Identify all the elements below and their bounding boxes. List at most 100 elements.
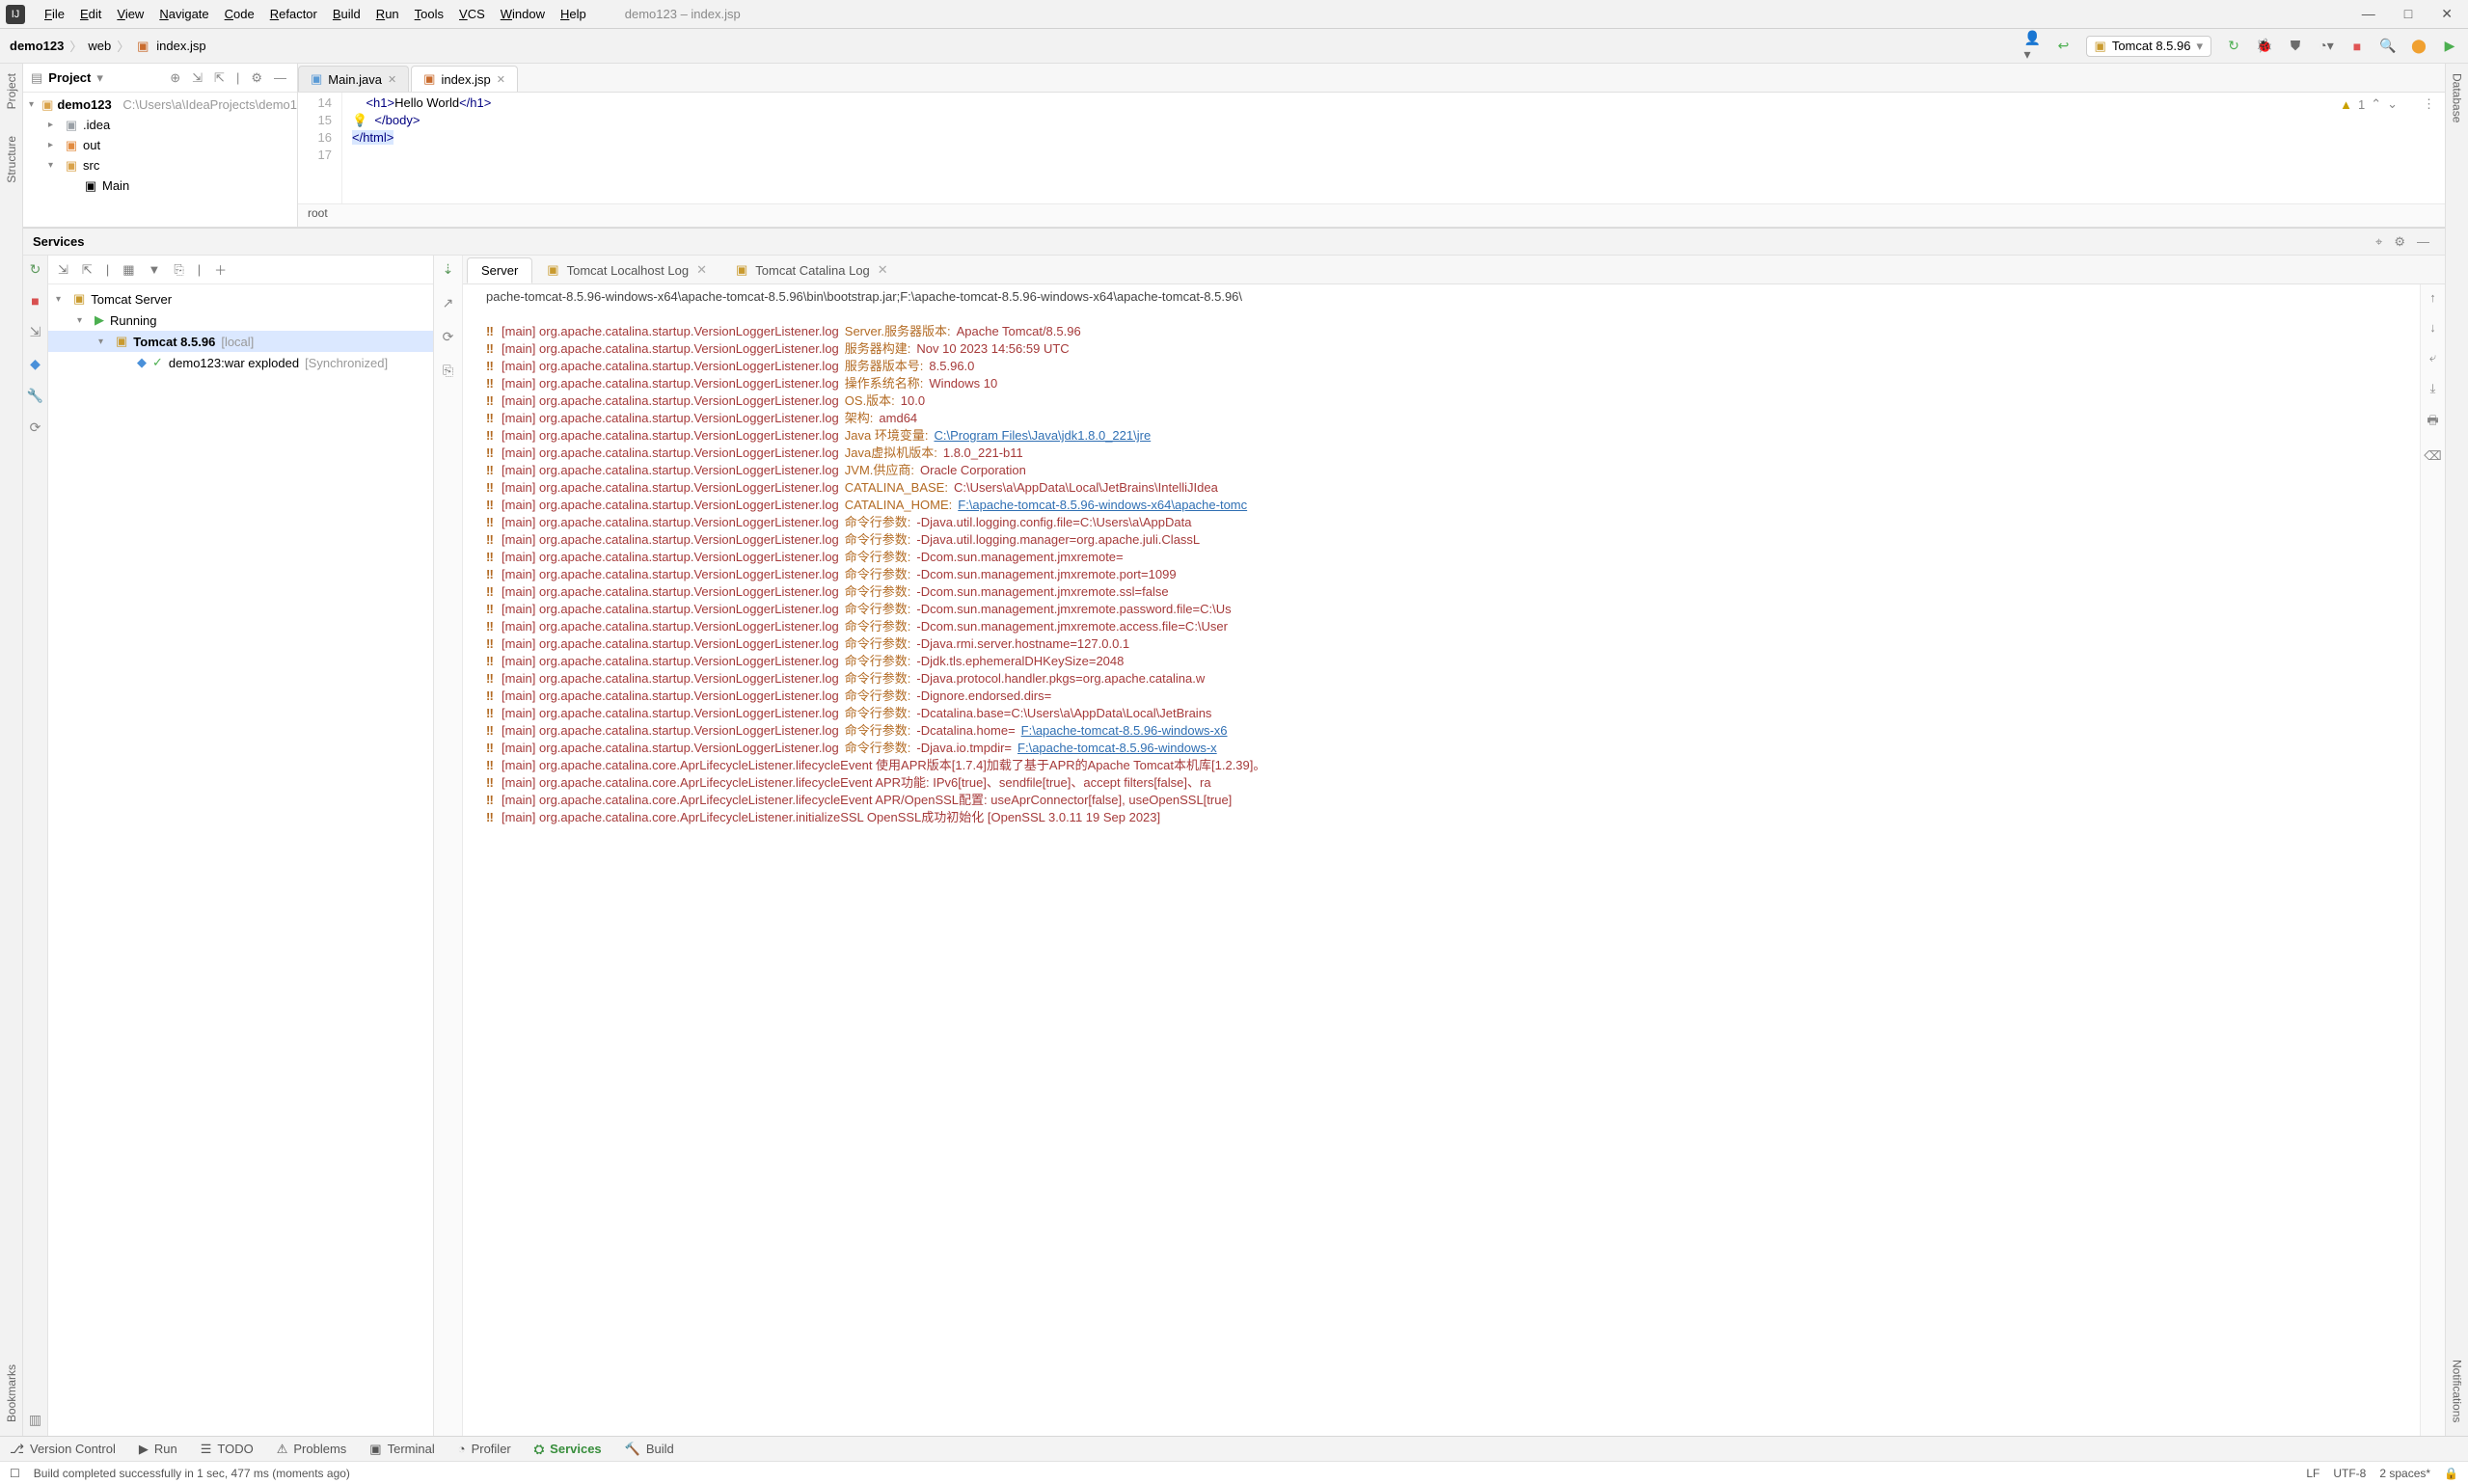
search-icon[interactable]: 🔍 xyxy=(2379,38,2397,55)
project-tool-button[interactable]: Project xyxy=(5,69,18,113)
up-icon[interactable]: ↑ xyxy=(2429,290,2436,305)
tree-item[interactable]: ▸▣out xyxy=(23,135,297,155)
services-tree-item[interactable]: ▾▶Running xyxy=(48,310,433,331)
line-sep[interactable]: LF xyxy=(2306,1467,2319,1480)
collapse-all-icon[interactable]: ⇱ xyxy=(211,70,228,86)
menu-refactor[interactable]: Refactor xyxy=(262,4,325,24)
coverage-icon[interactable]: ⛊ xyxy=(2287,38,2304,55)
updates-icon[interactable]: ⬤ xyxy=(2410,38,2427,55)
gear-icon[interactable]: ⚙ xyxy=(248,70,265,86)
thread-dump-icon[interactable]: ⎘ xyxy=(443,363,453,379)
run-config-selector[interactable]: ▣ Tomcat 8.5.96 ▾ xyxy=(2086,36,2211,57)
tool-window-terminal[interactable]: ▣Terminal xyxy=(369,1442,434,1457)
close-icon[interactable]: ✕ xyxy=(696,262,707,278)
tool-window-profiler[interactable]: ◔Profiler xyxy=(458,1442,511,1456)
project-tree[interactable]: ▾▣demo123 C:\Users\a\IdeaProjects\demo1 … xyxy=(23,93,297,227)
select-opened-icon[interactable]: ⊕ xyxy=(167,70,183,86)
more-icon[interactable]: ⋮ xyxy=(2423,96,2435,112)
settings-icon[interactable]: 🔧 xyxy=(27,388,43,404)
notifications-tool-button[interactable]: Notifications xyxy=(2451,1356,2464,1426)
editor-tab[interactable]: ▣index.jsp✕ xyxy=(411,66,518,92)
expand-all-icon[interactable]: ⇲ xyxy=(189,70,205,86)
editor-breadcrumb[interactable]: root xyxy=(298,203,2445,227)
menu-tools[interactable]: Tools xyxy=(407,4,451,24)
bookmarks-tool-button[interactable]: Bookmarks xyxy=(5,1361,18,1426)
user-icon[interactable]: 👤▾ xyxy=(2024,38,2042,55)
stop-icon[interactable]: ■ xyxy=(31,293,39,309)
menu-navigate[interactable]: Navigate xyxy=(151,4,216,24)
collapse-icon[interactable]: ⇱ xyxy=(82,262,93,278)
services-tree[interactable]: ▾▣Tomcat Server▾▶Running▾▣Tomcat 8.5.96 … xyxy=(48,284,433,1436)
rerun-icon[interactable]: ↻ xyxy=(2225,38,2242,55)
log-tab[interactable]: ▣Tomcat Catalina Log✕ xyxy=(721,256,903,283)
menu-view[interactable]: View xyxy=(109,4,151,24)
add-icon[interactable]: ＋ xyxy=(214,260,227,279)
profiler-icon[interactable]: ◔▾ xyxy=(2318,38,2335,55)
close-icon[interactable]: ✕ xyxy=(878,262,888,278)
status-icon[interactable]: ☐ xyxy=(10,1467,20,1480)
scroll-end-icon[interactable]: ⤓ xyxy=(2430,381,2436,396)
close-icon[interactable]: ✕ xyxy=(388,73,396,86)
refresh-icon[interactable]: ⟳ xyxy=(30,419,41,436)
tree-item[interactable]: ▸▣.idea xyxy=(23,115,297,135)
chevron-down-icon[interactable]: ▾ xyxy=(96,70,103,86)
close-icon[interactable]: ✕ xyxy=(497,73,505,86)
inspections-widget[interactable]: ▲ 1 ⌃ ⌄ ⋮ xyxy=(2340,96,2435,112)
indent[interactable]: 2 spaces* xyxy=(2379,1467,2430,1480)
open-browser-icon[interactable]: ↗ xyxy=(443,295,454,311)
tool-window-problems[interactable]: ⚠Problems xyxy=(277,1442,347,1457)
tool-window-version-control[interactable]: ⎇Version Control xyxy=(10,1442,116,1457)
clear-icon[interactable]: ⌫ xyxy=(2424,448,2441,464)
services-tree-item[interactable]: ◆✓demo123:war exploded [Synchronized] xyxy=(48,352,433,373)
tool-window-build[interactable]: 🔨Build xyxy=(625,1442,674,1457)
print-icon[interactable]: 🖶 xyxy=(2427,412,2438,433)
maximize-button[interactable]: □ xyxy=(2404,6,2412,22)
bug-icon[interactable]: 🐞 xyxy=(2256,38,2273,55)
editor-tab[interactable]: ▣Main.java✕ xyxy=(298,66,409,92)
hide-icon[interactable]: — xyxy=(271,70,289,85)
database-tool-button[interactable]: Database xyxy=(2451,69,2464,126)
deploy-icon[interactable]: ⇲ xyxy=(30,324,41,340)
structure-tool-button[interactable]: Structure xyxy=(5,132,18,187)
layout-icon[interactable]: ▥ xyxy=(29,1412,41,1428)
services-tree-item[interactable]: ▾▣Tomcat 8.5.96 [local] xyxy=(48,331,433,352)
tool-window-services[interactable]: ⛭Services xyxy=(534,1442,602,1457)
group-icon[interactable]: ▦ xyxy=(122,262,134,278)
menu-run[interactable]: Run xyxy=(368,4,407,24)
tree-item[interactable]: ▾▣src xyxy=(23,155,297,175)
tree-item[interactable]: ▣Main xyxy=(23,175,297,196)
close-button[interactable]: ✕ xyxy=(2441,6,2453,22)
target-icon[interactable]: ⌖ xyxy=(2370,234,2388,250)
menu-edit[interactable]: Edit xyxy=(72,4,109,24)
menu-code[interactable]: Code xyxy=(217,4,262,24)
minimize-button[interactable]: — xyxy=(2362,6,2375,22)
readonly-icon[interactable]: 🔒 xyxy=(2444,1467,2458,1480)
stop-icon[interactable]: ■ xyxy=(2348,38,2366,55)
encoding[interactable]: UTF-8 xyxy=(2333,1467,2366,1480)
services-tree-item[interactable]: ▾▣Tomcat Server xyxy=(48,288,433,310)
hide-icon[interactable]: — xyxy=(2411,234,2435,249)
back-arrow-icon[interactable]: ↩ xyxy=(2055,38,2073,55)
tool-window-todo[interactable]: ☰TODO xyxy=(201,1442,254,1457)
rerun-icon[interactable]: ↻ xyxy=(30,261,41,278)
breadcrumb[interactable]: demo123〉 web〉 ▣ index.jsp xyxy=(10,37,206,55)
menu-vcs[interactable]: VCS xyxy=(451,4,493,24)
log-tab[interactable]: Server xyxy=(467,257,532,283)
down-icon[interactable]: ↓ xyxy=(2429,320,2436,335)
filter-icon[interactable]: ▼ xyxy=(149,262,161,277)
console-output[interactable]: pache-tomcat-8.5.96-windows-x64\apache-t… xyxy=(480,284,2420,1436)
menu-file[interactable]: File xyxy=(37,4,72,24)
tool-window-run[interactable]: ▶Run xyxy=(139,1442,177,1457)
log-tab[interactable]: ▣Tomcat Localhost Log✕ xyxy=(532,256,721,283)
expand-icon[interactable]: ⇲ xyxy=(58,262,68,278)
artifact-icon[interactable]: ◆ xyxy=(30,356,41,372)
debug-run-icon[interactable]: ⇣ xyxy=(443,261,454,278)
update-icon[interactable]: ⟳ xyxy=(443,329,454,345)
chevron-up-icon[interactable]: ⌃ xyxy=(2371,96,2381,112)
gear-icon[interactable]: ⚙ xyxy=(2388,234,2411,250)
run-icon[interactable]: ▶ xyxy=(2441,38,2458,55)
wrap-icon[interactable]: ⤶ xyxy=(2429,350,2436,365)
menu-help[interactable]: Help xyxy=(553,4,594,24)
chevron-down-icon[interactable]: ⌄ xyxy=(2387,96,2398,112)
view-icon[interactable]: ⎘ xyxy=(174,262,183,278)
